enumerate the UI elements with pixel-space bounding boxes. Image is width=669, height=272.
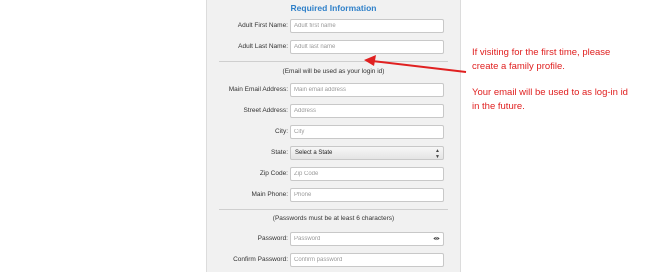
annotation-line: create a family profile. [472, 60, 565, 72]
annotation-arrow [364, 55, 467, 73]
annotation-line: in the future. [472, 100, 525, 112]
annotation-line: Your email will be used to as log-in id [472, 87, 628, 98]
annotation-line: If visiting for the first time, please [472, 47, 611, 58]
annotation-text: If visiting for the first time, please c… [472, 46, 662, 113]
